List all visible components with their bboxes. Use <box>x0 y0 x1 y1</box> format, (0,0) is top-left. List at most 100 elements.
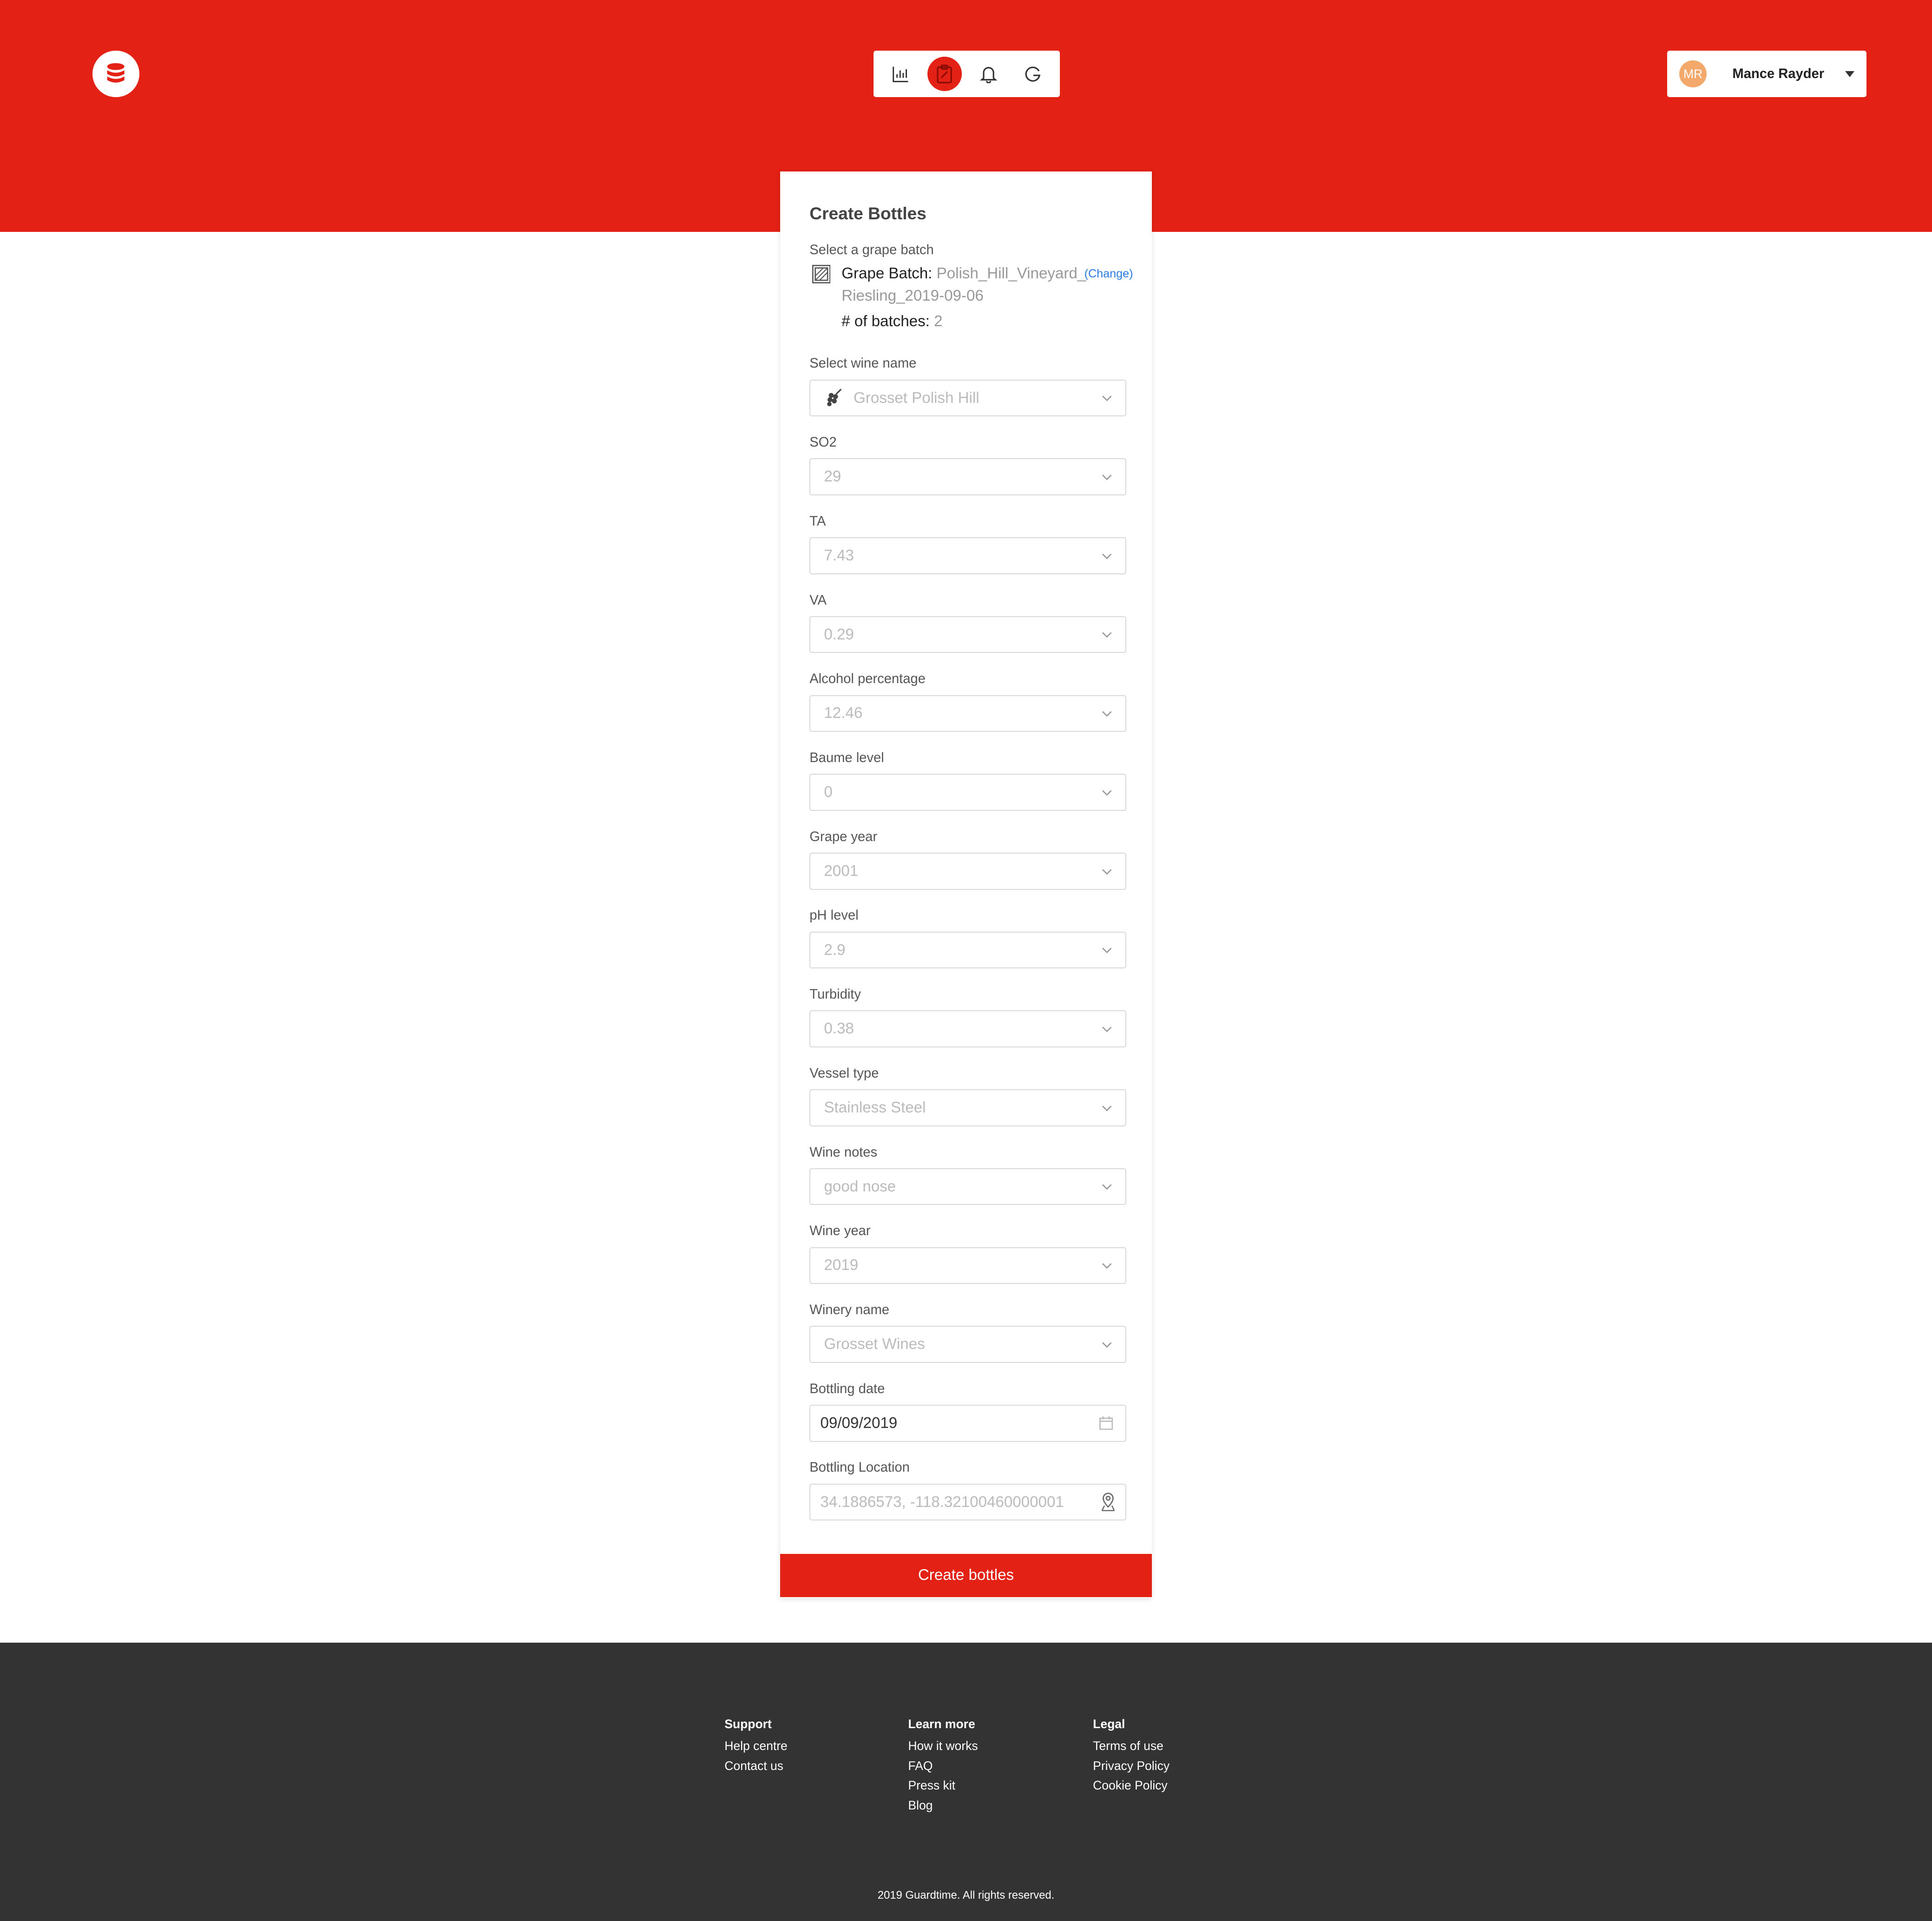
grape-batch-value-line2: Riesling_2019-09-06 <box>841 287 984 304</box>
va-value: 0.29 <box>824 625 854 643</box>
so2-label: SO2 <box>809 435 837 450</box>
footer-heading: Support <box>724 1717 772 1731</box>
winery-name-label: Winery name <box>809 1302 889 1317</box>
crate-icon <box>812 265 831 283</box>
turbidity-label: Turbidity <box>809 987 861 1002</box>
footer-link-faq[interactable]: FAQ <box>908 1756 978 1776</box>
chevron-down-icon <box>1102 1105 1112 1112</box>
chevron-down-icon <box>1102 947 1112 954</box>
chevron-down-icon <box>1102 711 1112 717</box>
chevron-down-icon <box>1102 1263 1112 1269</box>
footer-heading: Legal <box>1093 1717 1125 1731</box>
wine-notes-label: Wine notes <box>809 1145 878 1160</box>
grape-batch-line1: Grape Batch: Polish_Hill_Vineyard_ <box>841 263 1086 285</box>
batches-count: # of batches: 2 <box>841 310 942 333</box>
baume-select[interactable]: 0 <box>809 774 1126 811</box>
wine-year-label: Wine year <box>809 1224 871 1239</box>
wine-name-value: Grosset Polish Hill <box>854 389 979 407</box>
footer-legal: Legal Terms of use Privacy Policy Cookie… <box>1093 1714 1170 1796</box>
footer-support: Support Help centre Contact us <box>724 1714 788 1776</box>
turbidity-value: 0.38 <box>824 1020 854 1038</box>
bottling-location-label: Bottling Location <box>809 1460 910 1475</box>
location-pin-icon <box>1101 1493 1115 1512</box>
footer: Support Help centre Contact us Learn mor… <box>0 1642 1932 1921</box>
footer-link-cookie[interactable]: Cookie Policy <box>1093 1776 1170 1795</box>
alcohol-label: Alcohol percentage <box>809 671 926 687</box>
wine-barrel-logo-icon[interactable] <box>92 50 139 98</box>
footer-link-privacy[interactable]: Privacy Policy <box>1093 1756 1170 1776</box>
chevron-down-icon <box>1102 474 1112 480</box>
winery-name-value: Grosset Wines <box>824 1335 925 1353</box>
footer-link-contact-us[interactable]: Contact us <box>724 1756 788 1776</box>
chevron-down-icon <box>1102 553 1112 559</box>
user-menu[interactable]: MR Mance Rayder <box>1667 50 1867 98</box>
wine-name-select[interactable]: Grosset Polish Hill <box>809 379 1126 417</box>
bottling-date-label: Bottling date <box>809 1381 885 1396</box>
grape-batch-label: Select a grape batch <box>809 243 934 258</box>
winery-name-select[interactable]: Grosset Wines <box>809 1326 1126 1363</box>
alcohol-value: 12.46 <box>824 704 863 722</box>
chart-icon[interactable] <box>883 57 918 91</box>
vessel-type-value: Stainless Steel <box>824 1099 926 1116</box>
so2-value: 29 <box>824 468 841 486</box>
change-link[interactable]: (Change) <box>1084 267 1133 281</box>
ta-label: TA <box>809 513 826 529</box>
ta-value: 7.43 <box>824 546 854 564</box>
wine-notes-value: good nose <box>824 1178 896 1195</box>
footer-link-terms[interactable]: Terms of use <box>1093 1736 1170 1756</box>
grape-year-value: 2001 <box>824 862 859 880</box>
wine-year-select[interactable]: 2019 <box>809 1247 1126 1284</box>
chevron-down-icon <box>1102 1026 1112 1033</box>
create-bottles-card: Create Bottles Select a grape batch Grap… <box>780 171 1152 1599</box>
wine-year-value: 2019 <box>824 1257 859 1274</box>
grape-year-select[interactable]: 2001 <box>809 853 1126 890</box>
vessel-type-select[interactable]: Stainless Steel <box>809 1089 1126 1126</box>
bottling-location-value: 34.1886573, -118.32100460000001 <box>820 1493 1064 1511</box>
refresh-icon[interactable] <box>1015 57 1050 91</box>
footer-learn-more: Learn more How it works FAQ Press kit Bl… <box>908 1714 978 1815</box>
chevron-down-icon <box>1102 868 1112 875</box>
ph-select[interactable]: 2.9 <box>809 931 1126 969</box>
va-select[interactable]: 0.29 <box>809 616 1126 653</box>
grape-batch-key: Grape Batch: <box>841 264 933 282</box>
batches-key: # of batches: <box>841 313 930 330</box>
wine-name-label: Select wine name <box>809 356 917 371</box>
wine-notes-select[interactable]: good nose <box>809 1168 1126 1205</box>
ph-value: 2.9 <box>824 941 846 959</box>
chevron-down-icon <box>1102 1342 1112 1348</box>
so2-select[interactable]: 29 <box>809 458 1126 495</box>
caret-down-icon <box>1845 71 1854 77</box>
bell-icon[interactable] <box>972 57 1006 91</box>
va-label: VA <box>809 592 827 608</box>
baume-value: 0 <box>824 783 833 801</box>
turbidity-select[interactable]: 0.38 <box>809 1010 1126 1048</box>
copyright: 2019 Guardtime. All rights reserved. <box>877 1889 1055 1902</box>
user-name: Mance Rayder <box>1732 66 1825 81</box>
baume-label: Baume level <box>809 750 884 765</box>
chevron-down-icon <box>1102 1184 1112 1190</box>
grape-batch-value: Polish_Hill_Vineyard_ <box>936 264 1086 282</box>
batches-value: 2 <box>934 313 943 330</box>
main-nav <box>874 50 1060 98</box>
bottling-location-input[interactable]: 34.1886573, -118.32100460000001 <box>809 1483 1126 1521</box>
clipboard-icon[interactable] <box>927 56 962 92</box>
bottling-date-input[interactable]: 09/09/2019 <box>809 1405 1126 1442</box>
vessel-type-label: Vessel type <box>809 1066 879 1081</box>
grape-year-label: Grape year <box>809 829 878 844</box>
avatar: MR <box>1679 60 1707 88</box>
create-bottles-button[interactable]: Create bottles <box>780 1553 1152 1597</box>
ta-select[interactable]: 7.43 <box>809 537 1126 574</box>
footer-link-press-kit[interactable]: Press kit <box>908 1776 978 1795</box>
calendar-icon <box>1099 1416 1113 1430</box>
footer-link-how-it-works[interactable]: How it works <box>908 1736 978 1756</box>
chevron-down-icon <box>1102 790 1112 796</box>
page-title: Create Bottles <box>809 203 927 223</box>
footer-link-blog[interactable]: Blog <box>908 1796 978 1815</box>
bottling-date-value: 09/09/2019 <box>820 1414 898 1432</box>
chevron-down-icon <box>1102 395 1112 401</box>
ph-label: pH level <box>809 908 859 923</box>
grapes-icon <box>827 388 842 407</box>
alcohol-select[interactable]: 12.46 <box>809 695 1126 732</box>
footer-heading: Learn more <box>908 1717 975 1731</box>
footer-link-help-centre[interactable]: Help centre <box>724 1736 788 1756</box>
